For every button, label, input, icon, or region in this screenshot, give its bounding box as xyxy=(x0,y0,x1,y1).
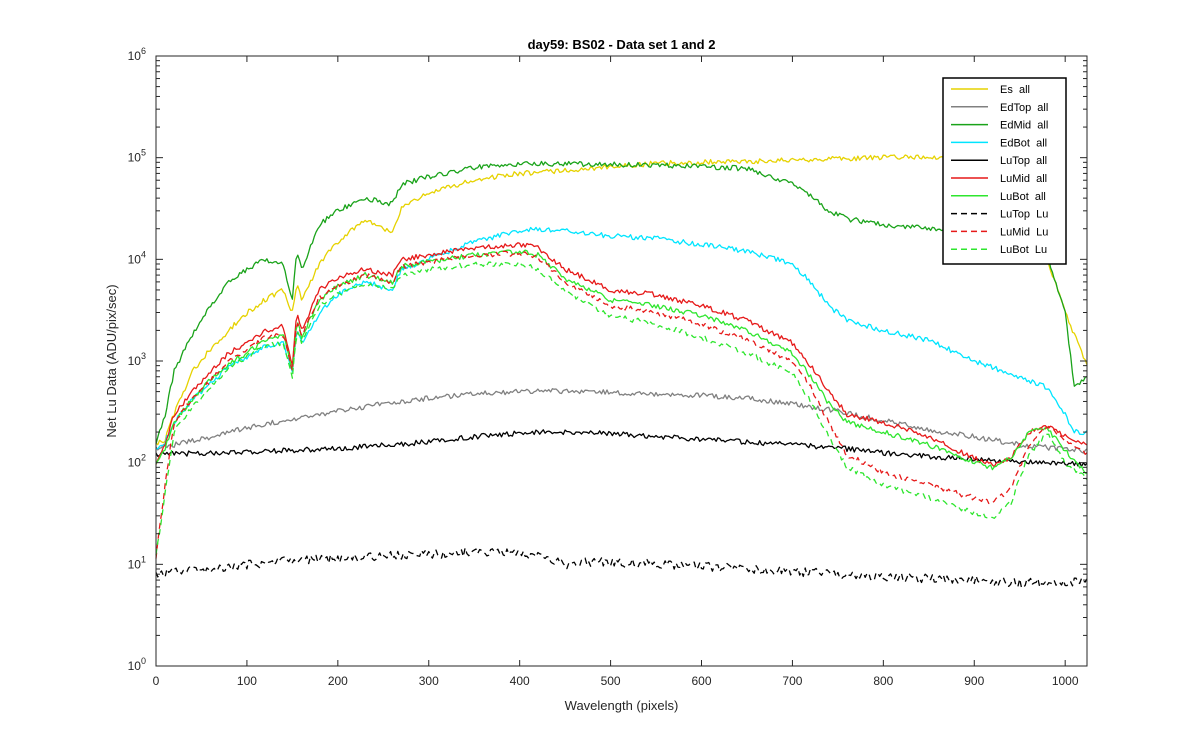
legend-label-3: EdBot all xyxy=(1000,137,1047,149)
x-tick-label-7: 700 xyxy=(782,674,802,688)
legend: Es all EdTop all EdMid all EdBot all LuTop a… xyxy=(942,77,1067,265)
x-tick-label-5: 500 xyxy=(601,674,621,688)
chart: day59: BS02 - Data set 1 and 2 Wavelengt… xyxy=(0,0,1200,750)
legend-label-2: EdMid all xyxy=(1000,120,1048,132)
legend-label-8: LuMid Lu xyxy=(1000,226,1048,238)
legend-label-6: LuBot all xyxy=(1000,191,1046,203)
x-tick-label-0: 0 xyxy=(153,674,160,688)
x-tick-label-8: 800 xyxy=(873,674,893,688)
legend-label-5: LuMid all xyxy=(1000,173,1047,185)
legend-label-9: LuBot Lu xyxy=(1000,244,1047,256)
legend-label-4: LuTop all xyxy=(1000,155,1047,167)
x-tick-label-3: 300 xyxy=(419,674,439,688)
legend-label-0: Es all xyxy=(1000,84,1030,96)
x-tick-label-10: 1000 xyxy=(1052,674,1079,688)
legend-label-7: LuTop Lu xyxy=(1000,209,1048,221)
x-tick-label-2: 200 xyxy=(328,674,348,688)
x-tick-label-4: 400 xyxy=(510,674,530,688)
y-axis-label: Net Lu Data (ADU/pix/sec) xyxy=(104,284,119,437)
x-tick-label-1: 100 xyxy=(237,674,257,688)
x-tick-label-9: 900 xyxy=(964,674,984,688)
legend-label-1: EdTop all xyxy=(1000,102,1048,114)
chart-title: day59: BS02 - Data set 1 and 2 xyxy=(528,37,716,52)
x-axis-label: Wavelength (pixels) xyxy=(565,698,679,713)
x-tick-label-6: 600 xyxy=(691,674,711,688)
